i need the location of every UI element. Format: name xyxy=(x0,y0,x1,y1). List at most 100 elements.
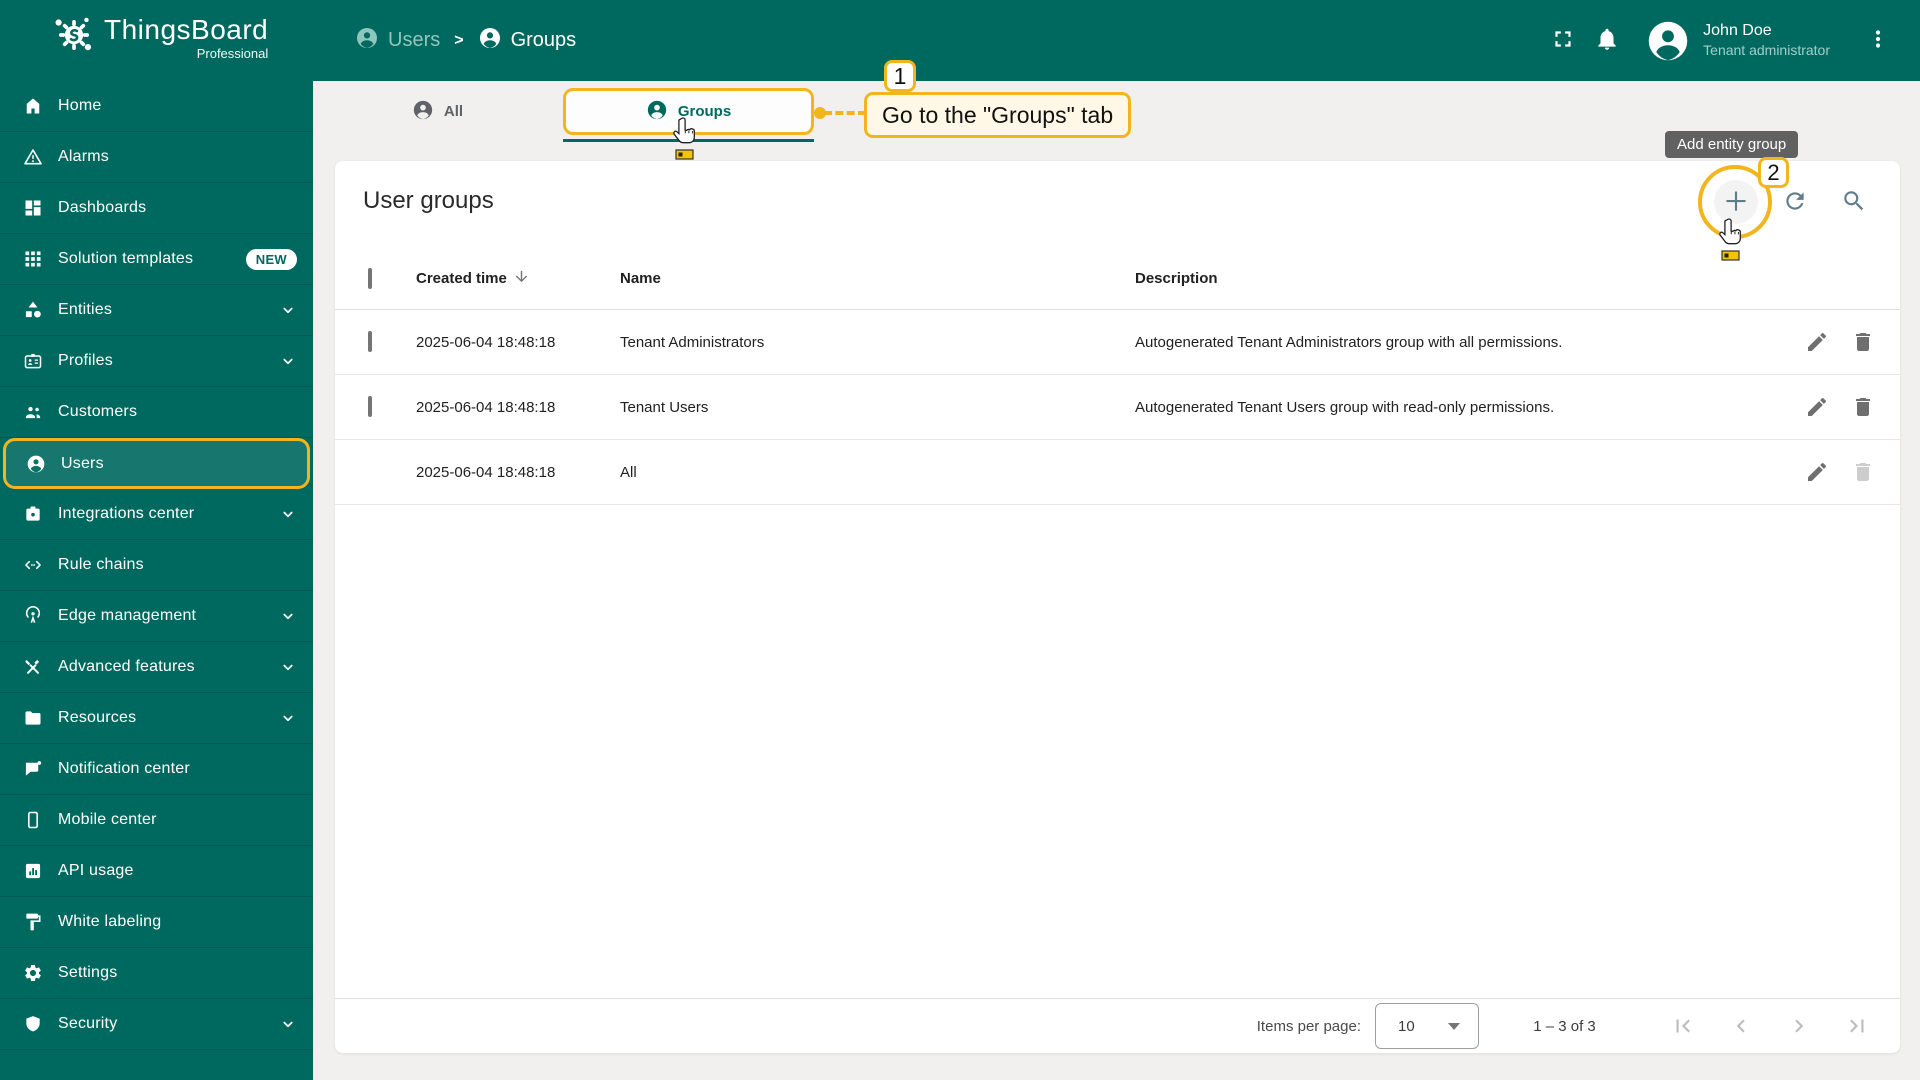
delete-button-disabled xyxy=(1850,459,1876,485)
table-row[interactable]: 2025-06-04 18:48:18 Tenant Users Autogen… xyxy=(335,375,1900,440)
chevron-down-icon xyxy=(279,709,297,727)
sidebar-item-home[interactable]: Home xyxy=(0,81,313,132)
search-button[interactable] xyxy=(1832,180,1876,224)
sidebar-item-advanced-features[interactable]: Advanced features xyxy=(0,642,313,693)
sidebar-item-users[interactable]: Users xyxy=(3,438,310,489)
tab-all-label: All xyxy=(443,103,464,120)
fullscreen-icon xyxy=(1550,26,1576,55)
folder-icon xyxy=(23,708,43,728)
refresh-icon xyxy=(1782,188,1808,217)
sidebar-item-api-usage[interactable]: API usage xyxy=(0,846,313,897)
breadcrumb-groups[interactable]: Groups xyxy=(478,26,577,56)
bar-chart-icon xyxy=(23,861,43,881)
chevron-down-icon xyxy=(279,1015,297,1033)
smartphone-icon xyxy=(23,810,43,830)
fullscreen-button[interactable] xyxy=(1541,19,1585,63)
sidebar-item-edge-management[interactable]: Edge management xyxy=(0,591,313,642)
select-all-checkbox[interactable] xyxy=(368,267,372,289)
sidebar-item-settings[interactable]: Settings xyxy=(0,948,313,999)
kebab-menu-icon xyxy=(1866,27,1890,54)
bell-icon xyxy=(1594,26,1620,55)
thingsboard-logo[interactable]: ThingsBoard Professional xyxy=(52,12,268,63)
grid-icon xyxy=(23,249,43,269)
paint-icon xyxy=(23,912,43,932)
search-icon xyxy=(1841,188,1867,217)
cell-created-time: 2025-06-04 18:48:18 xyxy=(416,463,556,481)
row-checkbox[interactable] xyxy=(368,396,372,417)
column-name[interactable]: Name xyxy=(620,270,1135,287)
breadcrumb-separator: > xyxy=(454,31,464,49)
shield-icon xyxy=(23,1014,43,1034)
cell-name: Tenant Users xyxy=(620,398,709,416)
thingsboard-logo-icon xyxy=(52,12,96,63)
table-row[interactable]: 2025-06-04 18:48:18 All xyxy=(335,440,1900,505)
first-page-button[interactable] xyxy=(1654,1004,1712,1048)
annotation-step2-number: 2 xyxy=(1758,157,1789,188)
chevron-down-icon xyxy=(279,505,297,523)
sidebar-item-entities[interactable]: Entities xyxy=(0,285,313,336)
select-caret-icon xyxy=(1448,1022,1460,1030)
dashboard-icon xyxy=(23,198,43,218)
user-groups-card: User groups Created time Name Descriptio… xyxy=(335,161,1900,1053)
annotation-step1-number: 1 xyxy=(884,60,916,92)
avatar[interactable] xyxy=(1647,20,1689,62)
chat-bubble-icon xyxy=(23,759,43,779)
breadcrumb-groups-label: Groups xyxy=(510,29,577,51)
account-circle-icon xyxy=(646,99,668,125)
integration-icon xyxy=(23,504,43,524)
table-row[interactable]: 2025-06-04 18:48:18 Tenant Administrator… xyxy=(335,310,1900,375)
table-header-row: Created time Name Description xyxy=(335,248,1900,310)
annotation-connector-line xyxy=(824,111,866,115)
last-page-button[interactable] xyxy=(1828,1004,1886,1048)
header-actions: John Doe Tenant administrator xyxy=(1541,0,1900,81)
edit-button[interactable] xyxy=(1804,394,1830,420)
antenna-icon xyxy=(23,606,43,626)
chevron-down-icon xyxy=(279,658,297,676)
breadcrumb: Users > Groups xyxy=(355,0,576,81)
sidebar-item-security[interactable]: Security xyxy=(0,999,313,1050)
sidebar: Home Alarms Dashboards Solution template… xyxy=(0,81,313,1080)
hand-cursor-icon xyxy=(1716,216,1750,269)
hand-cursor-icon xyxy=(670,115,704,168)
items-per-page-select[interactable]: 10 xyxy=(1375,1003,1479,1049)
new-badge: NEW xyxy=(245,248,297,270)
sidebar-item-alarms[interactable]: Alarms xyxy=(0,132,313,183)
breadcrumb-users[interactable]: Users xyxy=(355,26,440,56)
gear-icon xyxy=(23,963,43,983)
cell-name: Tenant Administrators xyxy=(620,333,765,351)
paginator: Items per page: 10 1 – 3 of 3 xyxy=(335,998,1900,1053)
rule-chain-icon xyxy=(23,555,43,575)
account-circle-icon xyxy=(355,26,379,56)
brand-name: ThingsBoard xyxy=(104,13,269,45)
column-description[interactable]: Description xyxy=(1135,270,1760,287)
sidebar-item-white-labeling[interactable]: White labeling xyxy=(0,897,313,948)
sidebar-item-profiles[interactable]: Profiles xyxy=(0,336,313,387)
sidebar-item-rule-chains[interactable]: Rule chains xyxy=(0,540,313,591)
sidebar-item-notification-center[interactable]: Notification center xyxy=(0,744,313,795)
user-info[interactable]: John Doe Tenant administrator xyxy=(1703,21,1830,60)
items-per-page-value: 10 xyxy=(1398,1017,1415,1035)
cell-created-time: 2025-06-04 18:48:18 xyxy=(416,398,556,416)
column-created-time[interactable]: Created time xyxy=(416,268,620,289)
account-circle-icon xyxy=(26,454,46,474)
sidebar-item-solution-templates[interactable]: Solution templates NEW xyxy=(0,234,313,285)
sidebar-item-mobile-center[interactable]: Mobile center xyxy=(0,795,313,846)
notifications-button[interactable] xyxy=(1585,19,1629,63)
sidebar-item-customers[interactable]: Customers xyxy=(0,387,313,438)
tab-all[interactable]: All xyxy=(360,88,515,135)
next-page-button[interactable] xyxy=(1770,1004,1828,1048)
delete-button[interactable] xyxy=(1850,329,1876,355)
edit-button[interactable] xyxy=(1804,459,1830,485)
row-checkbox[interactable] xyxy=(368,331,372,352)
edit-button[interactable] xyxy=(1804,329,1830,355)
more-menu-button[interactable] xyxy=(1856,19,1900,63)
delete-button[interactable] xyxy=(1850,394,1876,420)
shapes-icon xyxy=(23,300,43,320)
sidebar-item-integrations-center[interactable]: Integrations center xyxy=(0,489,313,540)
people-icon xyxy=(23,402,43,422)
sidebar-item-dashboards[interactable]: Dashboards xyxy=(0,183,313,234)
top-header-bar: ThingsBoard Professional Users > Groups xyxy=(0,0,1920,81)
sidebar-item-resources[interactable]: Resources xyxy=(0,693,313,744)
previous-page-button[interactable] xyxy=(1712,1004,1770,1048)
user-role: Tenant administrator xyxy=(1703,42,1830,58)
